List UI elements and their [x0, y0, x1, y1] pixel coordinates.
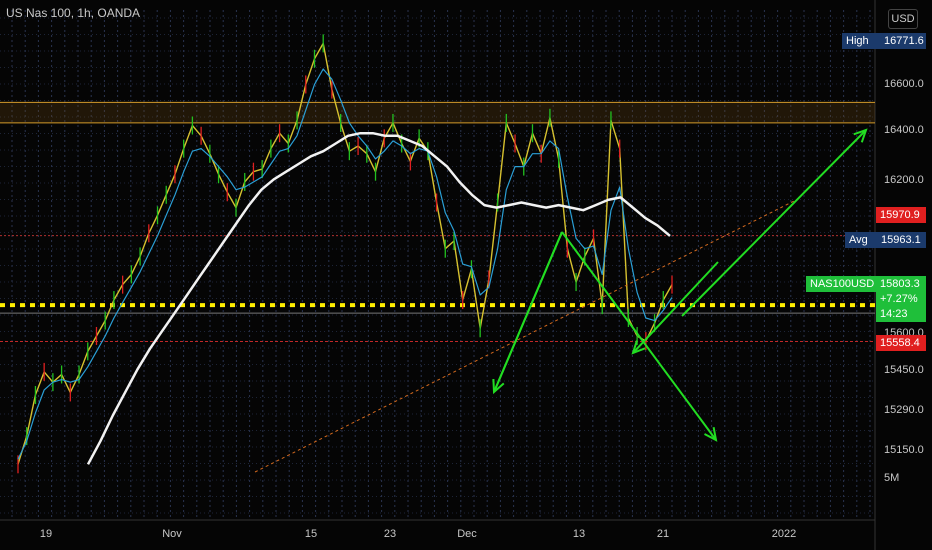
x-tick: 21: [656, 528, 670, 540]
high-label: High: [842, 33, 880, 49]
symbol-tag: NAS100USD: [806, 276, 876, 292]
x-tick: 2022: [771, 528, 797, 540]
price-tag: 15803.3: [876, 276, 926, 292]
series-ema-fast: [17, 68, 673, 460]
countdown-tag: 14:23: [876, 306, 926, 322]
red-bottom-tag: 15558.4: [876, 335, 926, 351]
currency-selector[interactable]: USD: [888, 9, 918, 29]
y-tick: 15450.0: [884, 364, 924, 376]
y-tick: 15150.0: [884, 444, 924, 456]
y-tick: 5M: [884, 472, 900, 484]
chart-title: US Nas 100, 1h, OANDA: [6, 6, 141, 20]
x-tick: 15: [304, 528, 318, 540]
y-tick: 16200.0: [884, 174, 924, 186]
x-tick: Dec: [457, 528, 477, 540]
resistance-zone: [0, 102, 875, 123]
change-tag: +7.27%: [876, 291, 926, 307]
chart-canvas: [0, 0, 876, 550]
y-tick: 16600.0: [884, 78, 924, 90]
trendline: [254, 197, 801, 473]
arrow-down-left: [493, 231, 563, 393]
y-tick: 15290.0: [884, 404, 924, 416]
y-tick: 16400.0: [884, 124, 924, 136]
x-tick: 19: [39, 528, 53, 540]
avg-label: Avg: [845, 232, 877, 248]
x-tick: 23: [383, 528, 397, 540]
x-tick: 13: [572, 528, 586, 540]
x-tick: Nov: [162, 528, 182, 540]
avg-value: 15963.1: [877, 232, 926, 248]
chart-root: { "chart_data": { "type": "line", "title…: [0, 0, 932, 550]
red-level-tag: 15970.9: [876, 207, 926, 223]
arrow-down-right: [561, 231, 717, 441]
high-value: 16771.6: [880, 33, 926, 49]
